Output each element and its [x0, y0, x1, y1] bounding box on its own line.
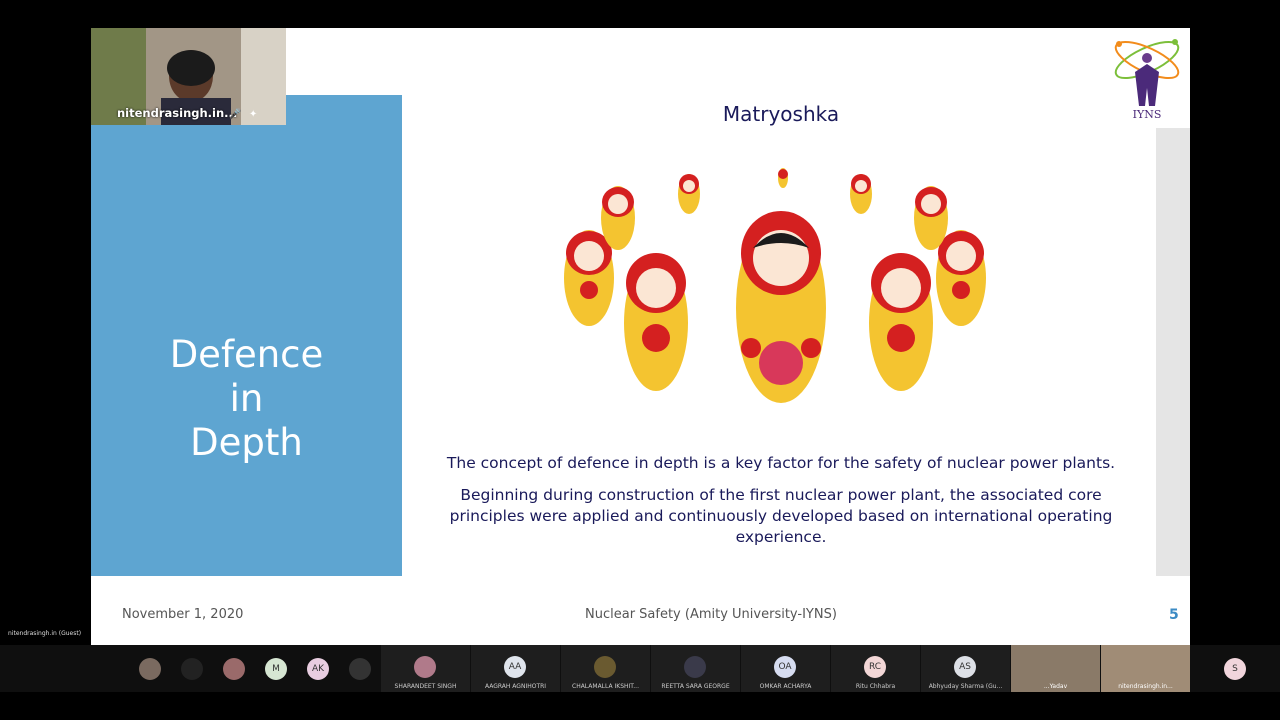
- doll-figure: [624, 253, 688, 391]
- slide-page-number: 5: [1169, 607, 1179, 623]
- participant-avatar: RC: [864, 656, 886, 678]
- participant-avatar: S: [1224, 658, 1246, 680]
- participant-tile[interactable]: AK: [306, 645, 330, 692]
- logo-text: IYNS: [1133, 108, 1162, 121]
- participant-avatar: [139, 658, 161, 680]
- participant-tile[interactable]: CHALAMALLA IKSHIT...: [561, 645, 650, 692]
- participant-tile[interactable]: [222, 645, 246, 692]
- slide-heading: Defence in Depth: [91, 333, 402, 465]
- participant-avatar: [684, 656, 706, 678]
- participant-video-tile[interactable]: nitendrasingh.in...: [1101, 645, 1190, 692]
- doll-figure: [778, 168, 788, 188]
- participant-avatar: [181, 658, 203, 680]
- participant-name: nitendrasingh.in...: [1118, 683, 1173, 690]
- participant-name: REETTA SARA GEORGE: [661, 683, 730, 690]
- participant-avatar: [594, 656, 616, 678]
- slide-subtitle: Matryoshka: [722, 102, 840, 126]
- active-speaker-label: nitendrasingh.in (Guest): [8, 630, 82, 637]
- slide-side-strip: [1156, 128, 1190, 576]
- participant-avatar: AA: [504, 656, 526, 678]
- participant-avatar: AS: [954, 656, 976, 678]
- presenter-name: nitendrasingh.in...: [117, 106, 238, 120]
- participants-bar: M AK SHARANDEET SINGH AA AAGRAH AGNIHOTR…: [0, 645, 1280, 692]
- doll-figure: [736, 211, 826, 403]
- participant-tile[interactable]: SHARANDEET SINGH: [381, 645, 470, 692]
- participant-avatar: [414, 656, 436, 678]
- participant-tile[interactable]: S: [1222, 645, 1248, 692]
- participant-tile[interactable]: AS Abhyuday Sharma (Gu...: [921, 645, 1010, 692]
- presenter-video-tile[interactable]: nitendrasingh.in... 🎤 ✦: [91, 28, 286, 125]
- participant-name: Abhyuday Sharma (Gu...: [928, 683, 1003, 690]
- doll-figure: [601, 186, 635, 250]
- participant-tile[interactable]: [180, 645, 204, 692]
- participant-avatar: [349, 658, 371, 680]
- slide-footer-date: November 1, 2020: [122, 607, 244, 622]
- participant-name: ...Yadav: [1043, 683, 1068, 690]
- doll-figure: [850, 174, 872, 214]
- slide-paragraph: The concept of defence in depth is a key…: [446, 454, 1116, 472]
- participant-tile[interactable]: [138, 645, 162, 692]
- participant-tile[interactable]: REETTA SARA GEORGE: [651, 645, 740, 692]
- participant-name: SHARANDEET SINGH: [394, 683, 457, 690]
- iyns-logo: IYNS: [1114, 39, 1180, 121]
- participant-name: AAGRAH AGNIHOTRI: [484, 683, 547, 690]
- participant-video-tile[interactable]: ...Yadav: [1011, 645, 1100, 692]
- slide-paragraph: Beginning during construction of the fir…: [449, 486, 1113, 546]
- participant-tile[interactable]: M: [264, 645, 288, 692]
- heading-line: in: [229, 377, 264, 420]
- participant-tile[interactable]: RC Ritu Chhabra: [831, 645, 920, 692]
- doll-figure: [914, 186, 948, 250]
- participant-avatar: [223, 658, 245, 680]
- participant-tile[interactable]: [348, 645, 372, 692]
- slide-footer-course: Nuclear Safety (Amity University-IYNS): [585, 607, 837, 622]
- doll-figure: [564, 230, 614, 326]
- participant-tile[interactable]: OA OMKAR ACHARYA: [741, 645, 830, 692]
- participant-name: OMKAR ACHARYA: [759, 683, 812, 690]
- mic-muted-icon: 🎤: [229, 109, 242, 120]
- pin-icon[interactable]: ✦: [249, 109, 257, 120]
- participant-tile[interactable]: AA AAGRAH AGNIHOTRI: [471, 645, 560, 692]
- doll-figure: [936, 230, 986, 326]
- participant-name: CHALAMALLA IKSHIT...: [572, 683, 639, 690]
- doll-figure: [869, 253, 933, 391]
- slide-side-panel: Defence in Depth: [91, 95, 402, 576]
- heading-line: Depth: [190, 421, 303, 464]
- participant-avatar: OA: [774, 656, 796, 678]
- matryoshka-dolls-image: [564, 168, 986, 403]
- heading-line: Defence: [169, 333, 324, 376]
- participant-avatar: M: [265, 658, 287, 680]
- participant-name: Ritu Chhabra: [855, 683, 896, 690]
- doll-figure: [678, 174, 700, 214]
- participant-avatar: AK: [307, 658, 329, 680]
